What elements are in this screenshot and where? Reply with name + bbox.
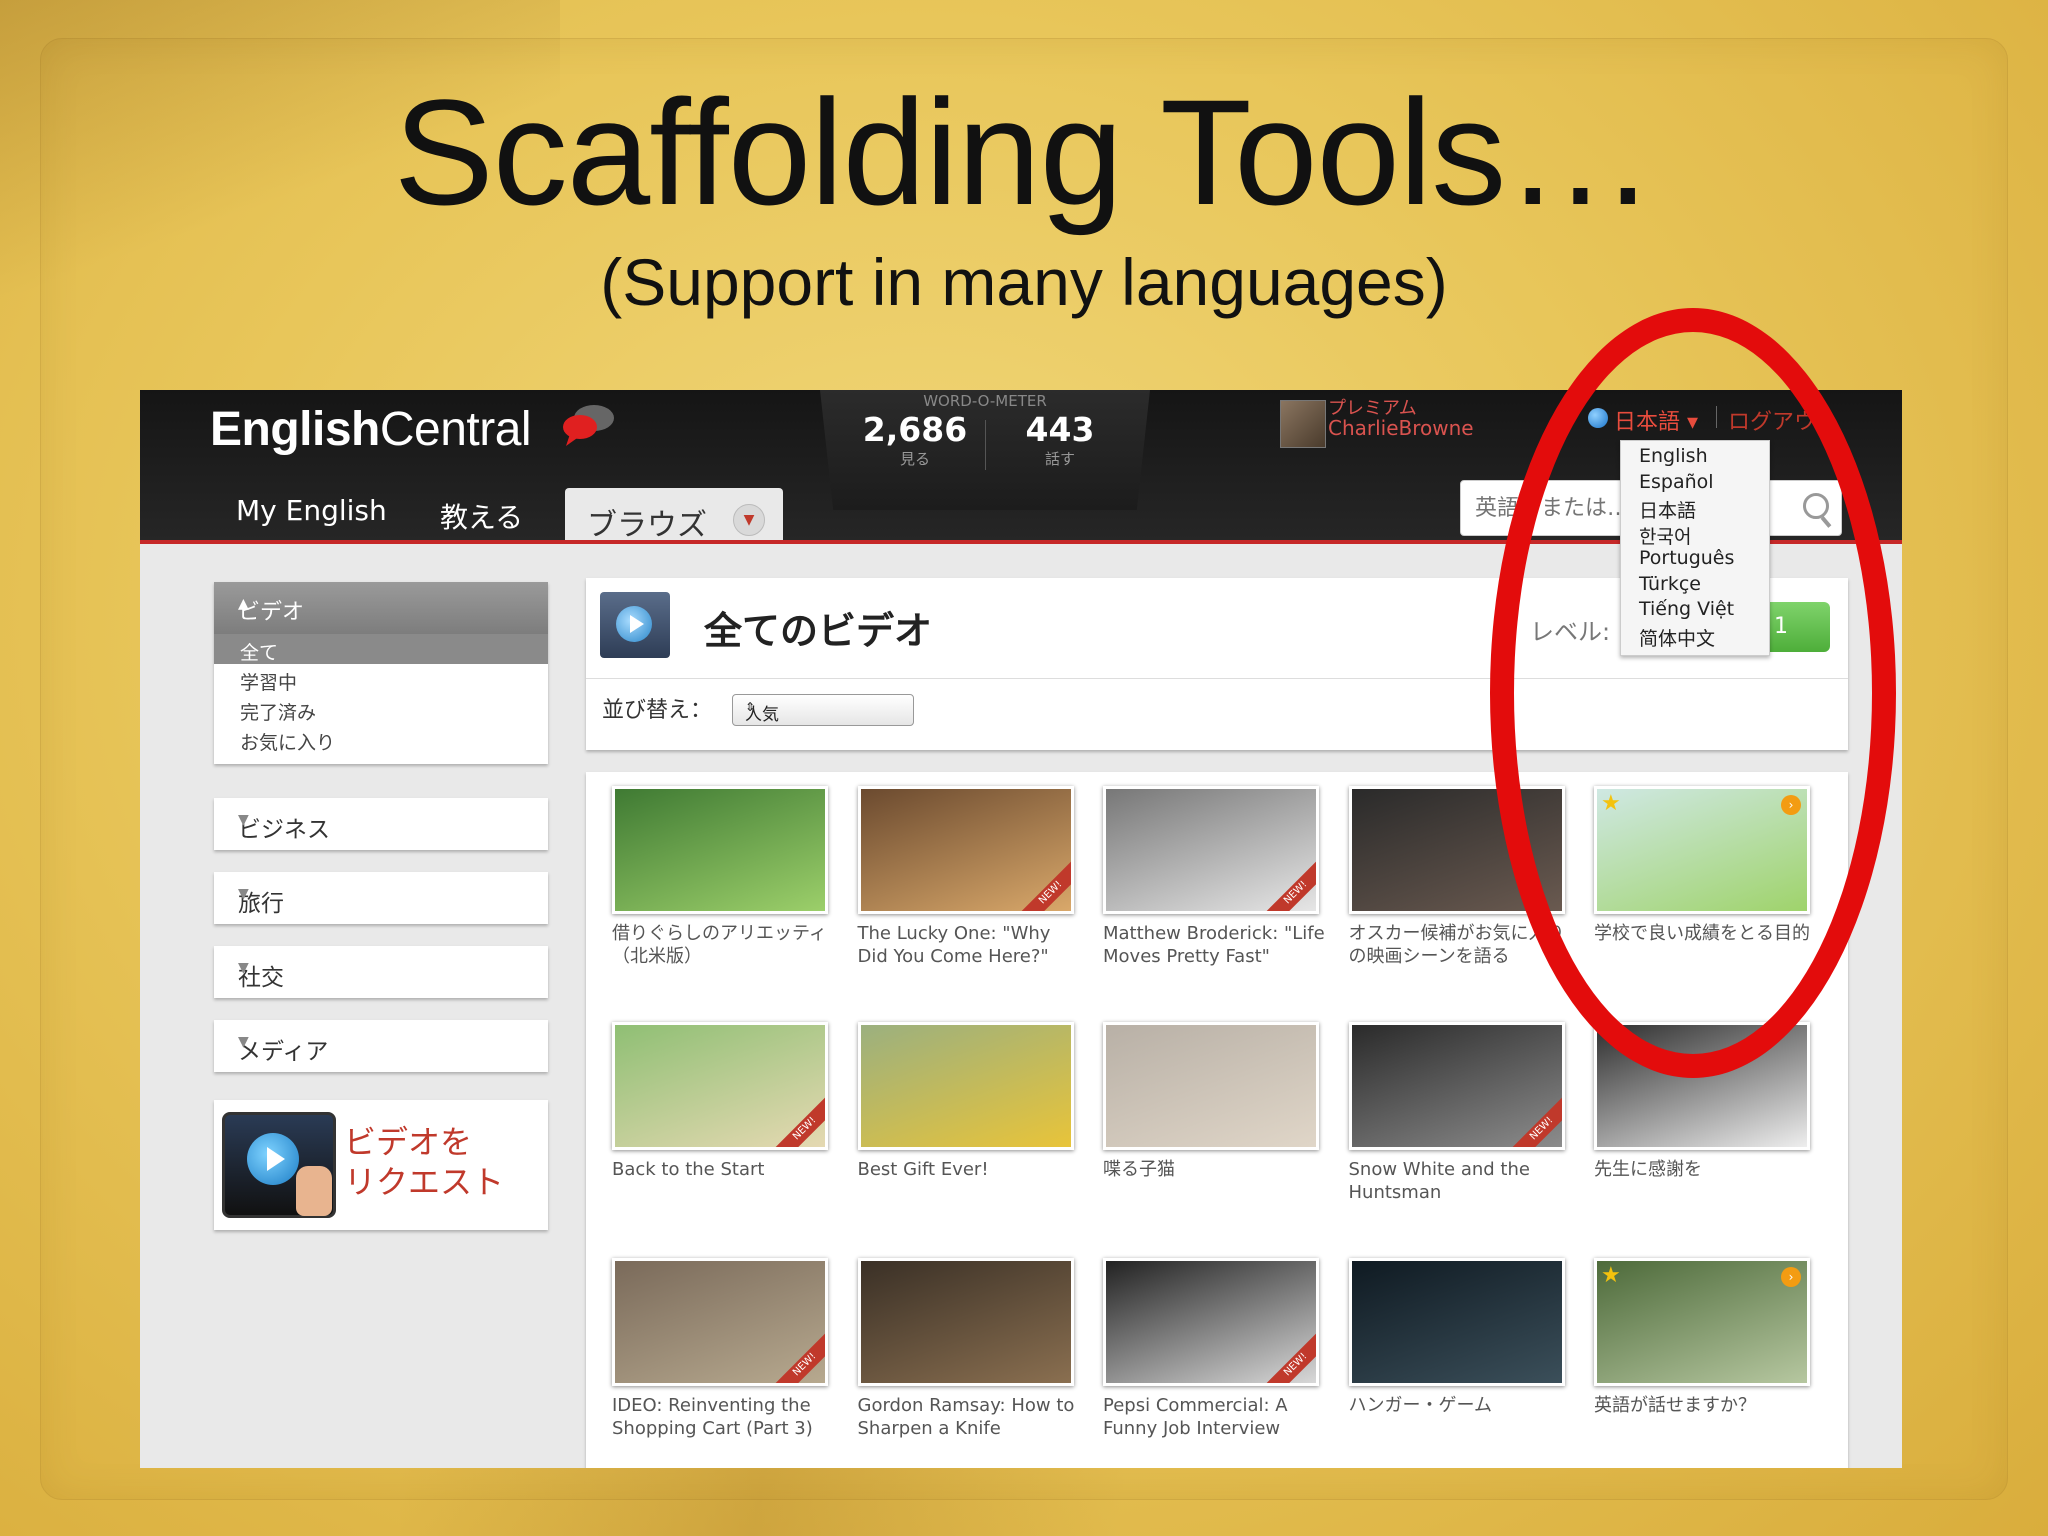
- chevron-down-icon[interactable]: ▼: [733, 504, 765, 536]
- spoken-label: 話す: [1044, 450, 1075, 468]
- video-thumbnail[interactable]: NEW!: [612, 1022, 828, 1150]
- slide-title: Scaffolding Tools…: [393, 68, 1656, 236]
- request-video-label: ビデオを リクエスト: [344, 1122, 504, 1202]
- chevron-down-icon: ▼: [238, 886, 249, 902]
- annotation-oval: [1490, 308, 1896, 1078]
- sidebar-item-learning[interactable]: 学習中: [214, 664, 548, 694]
- video-title[interactable]: 喋る子猫: [1103, 1158, 1325, 1181]
- video-card[interactable]: NEW! Back to the Start: [612, 1022, 828, 1181]
- video-thumbnail[interactable]: NEW!: [1103, 786, 1319, 914]
- chevron-up-icon: ▲: [238, 596, 249, 612]
- video-card[interactable]: 借りぐらしのアリエッティ（北米版）: [612, 786, 828, 968]
- sidebar-item-label: 完了済み: [240, 702, 317, 724]
- video-card[interactable]: NEW! IDEO: Reinventing the Shopping Cart …: [612, 1258, 828, 1440]
- video-card[interactable]: Gordon Ramsay: How to Sharpen a Knife: [857, 1258, 1074, 1440]
- video-thumbnail[interactable]: NEW!: [612, 1258, 828, 1386]
- sidebar-video-header[interactable]: ビデオ ▲: [214, 582, 548, 634]
- request-line-2: リクエスト: [344, 1163, 505, 1201]
- word-o-meter: WORD-O-METER 2,686 見る 443 話す: [820, 390, 1150, 510]
- star-icon: ★: [1601, 1263, 1621, 1288]
- speech-bubble-icon: [563, 405, 614, 446]
- video-title[interactable]: 先生に感謝を: [1594, 1158, 1816, 1181]
- meter-divider: [985, 420, 986, 470]
- category-business[interactable]: ビジネス ▼: [214, 798, 548, 850]
- sidebar-item-completed[interactable]: 完了済み: [214, 694, 548, 724]
- decorative-band-bottom: [400, 1466, 1300, 1536]
- next-arrow-icon: ›: [1781, 1267, 1801, 1287]
- sort-label: 並び替え：: [602, 698, 713, 723]
- video-thumbnail[interactable]: [612, 786, 828, 914]
- video-thumbnail[interactable]: ★ ›: [1594, 1258, 1810, 1386]
- video-title[interactable]: Pepsi Commercial: A Funny Job Interview: [1103, 1394, 1325, 1440]
- video-thumbnail[interactable]: [857, 1258, 1074, 1386]
- video-title[interactable]: 英語が話せますか？: [1594, 1394, 1816, 1417]
- new-ribbon: NEW!: [1016, 859, 1071, 911]
- video-title[interactable]: Snow White and the Huntsman: [1349, 1158, 1571, 1204]
- sidebar-item-label: お気に入り: [240, 732, 336, 754]
- chevron-down-icon: ▼: [238, 1034, 249, 1050]
- select-arrows-icon: ⇕: [745, 700, 756, 714]
- video-card[interactable]: Best Gift Ever!: [857, 1022, 1074, 1181]
- chevron-down-icon: ▼: [238, 960, 249, 976]
- video-thumbnail[interactable]: NEW!: [1348, 1022, 1565, 1150]
- video-title[interactable]: Best Gift Ever!: [858, 1158, 1080, 1181]
- word-o-meter-title: WORD-O-METER: [923, 392, 1047, 410]
- sidebar-video-section: ビデオ ▲ 全て 学習中 完了済み お気に入り: [214, 582, 548, 764]
- video-thumbnail[interactable]: NEW!: [1103, 1258, 1319, 1386]
- new-ribbon: NEW!: [1262, 1331, 1316, 1383]
- avatar[interactable]: [1280, 400, 1326, 448]
- video-card[interactable]: NEW! Matthew Broderick: "Life Moves Prett…: [1103, 786, 1325, 968]
- category-travel[interactable]: 旅行 ▼: [214, 872, 548, 924]
- watched-count: 2,686: [862, 410, 968, 449]
- logo-light: Central: [379, 403, 532, 456]
- video-title[interactable]: ハンガー・ゲーム: [1349, 1394, 1571, 1417]
- sidebar-item-favorites[interactable]: お気に入り: [214, 724, 548, 764]
- video-title[interactable]: The Lucky One: "Why Did You Come Here?": [858, 922, 1080, 968]
- logo-bold: English: [210, 403, 380, 456]
- video-card[interactable]: NEW! The Lucky One: "Why Did You Come Her…: [857, 786, 1074, 968]
- englishcentral-logo[interactable]: EnglishCentral: [210, 402, 532, 457]
- username-link[interactable]: CharlieBrowne: [1328, 416, 1474, 440]
- sidebar-item-label: 学習中: [240, 672, 298, 694]
- page-title: 全てのビデオ: [704, 609, 933, 653]
- video-card[interactable]: ★ › 英語が話せますか？: [1594, 1258, 1810, 1417]
- video-film-icon: [600, 592, 670, 658]
- nav-my-english[interactable]: My English: [236, 494, 387, 527]
- video-card[interactable]: 喋る子猫: [1103, 1022, 1319, 1181]
- thumbs-up-icon: [296, 1166, 332, 1216]
- chevron-down-icon: ▼: [238, 812, 249, 828]
- video-thumbnail[interactable]: NEW!: [857, 786, 1074, 914]
- video-thumbnail[interactable]: [1103, 1022, 1319, 1150]
- video-title[interactable]: IDEO: Reinventing the Shopping Cart (Par…: [612, 1394, 834, 1440]
- video-card[interactable]: NEW! Snow White and the Huntsman: [1348, 1022, 1565, 1204]
- video-title[interactable]: 借りぐらしのアリエッティ（北米版）: [612, 922, 834, 968]
- sidebar-item-all[interactable]: 全て: [214, 634, 548, 664]
- tab-browse-label: ブラウズ: [587, 508, 707, 543]
- new-ribbon: NEW!: [1507, 1095, 1562, 1147]
- slide-subtitle: (Support in many languages): [600, 245, 1448, 319]
- video-title[interactable]: Matthew Broderick: "Life Moves Pretty Fa…: [1103, 922, 1325, 968]
- request-line-1: ビデオを: [344, 1123, 473, 1161]
- new-ribbon: NEW!: [1262, 859, 1316, 911]
- request-video-button[interactable]: ビデオを リクエスト: [214, 1100, 548, 1230]
- tab-browse[interactable]: ブラウズ ▼: [565, 488, 783, 544]
- sort-select[interactable]: 人気 ⇕: [732, 694, 914, 726]
- category-media[interactable]: メディア ▼: [214, 1020, 548, 1072]
- watched-label: 見る: [899, 450, 930, 468]
- video-title[interactable]: Gordon Ramsay: How to Sharpen a Knife: [858, 1394, 1080, 1440]
- video-thumbnail[interactable]: [1348, 1258, 1565, 1386]
- spoken-count: 443: [1025, 410, 1095, 449]
- sidebar-item-label: 全て: [240, 642, 279, 664]
- new-ribbon: NEW!: [771, 1331, 825, 1383]
- new-ribbon: NEW!: [771, 1095, 825, 1147]
- video-card[interactable]: ハンガー・ゲーム: [1348, 1258, 1565, 1417]
- video-thumbnail[interactable]: [857, 1022, 1074, 1150]
- video-title[interactable]: Back to the Start: [612, 1158, 834, 1181]
- category-social[interactable]: 社交 ▼: [214, 946, 548, 998]
- video-card[interactable]: NEW! Pepsi Commercial: A Funny Job Interv…: [1103, 1258, 1319, 1440]
- nav-teach[interactable]: 教える: [440, 496, 523, 536]
